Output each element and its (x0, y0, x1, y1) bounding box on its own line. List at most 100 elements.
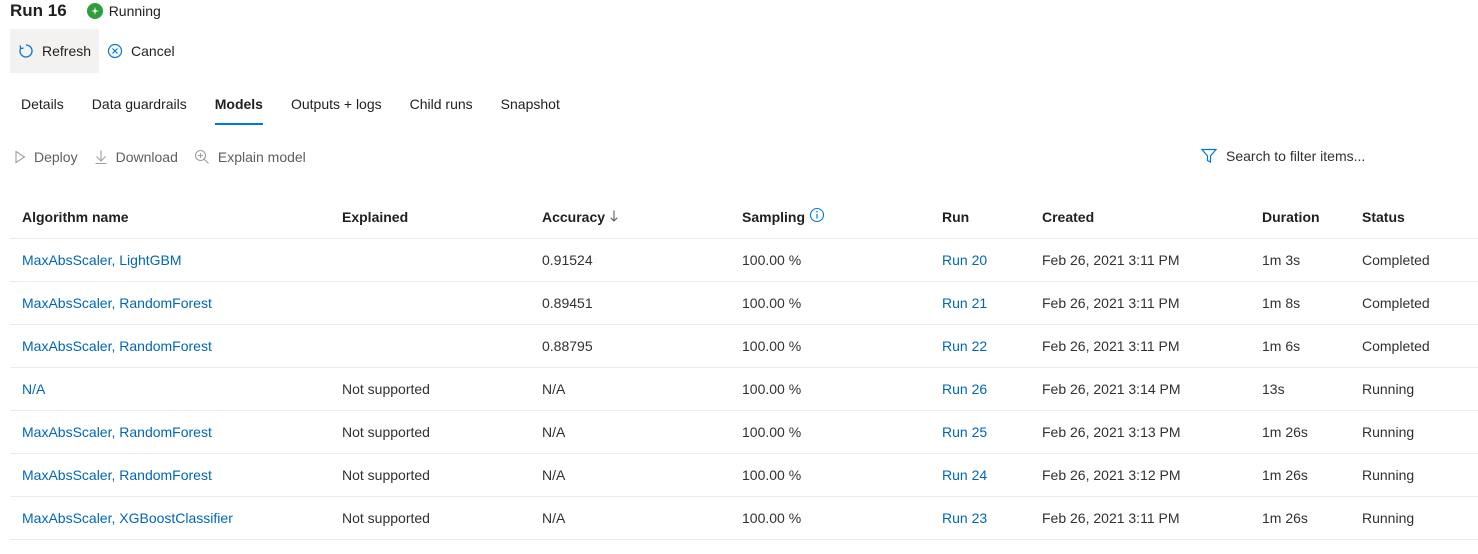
tab-snapshot[interactable]: Snapshot (490, 88, 571, 128)
refresh-button[interactable]: Refresh (10, 29, 100, 73)
accuracy-cell: 0.91524 (542, 252, 593, 268)
column-header-status[interactable]: Status (1362, 196, 1405, 238)
status-text: Running (108, 3, 161, 19)
accuracy-cell: 0.89451 (542, 295, 593, 311)
accuracy-cell: N/A (542, 467, 566, 483)
tab-data-guardrails[interactable]: Data guardrails (81, 88, 198, 128)
sort-descending-icon (609, 197, 619, 239)
sampling-cell: 100.00 % (742, 424, 802, 440)
search-filter[interactable]: Search to filter items... (1200, 144, 1365, 168)
column-header-sampling-label: Sampling (742, 209, 806, 225)
explained-cell: Not supported (342, 381, 430, 397)
download-icon (94, 149, 108, 165)
algorithm-link[interactable]: MaxAbsScaler, RandomForest (22, 411, 212, 453)
duration-cell: 1m 3s (1262, 252, 1301, 268)
run-link[interactable]: Run 23 (942, 497, 987, 539)
run-link[interactable]: Run 21 (942, 282, 987, 324)
algorithm-link[interactable]: MaxAbsScaler, RandomForest (22, 325, 212, 367)
column-header-sampling[interactable]: Sampling (742, 196, 825, 238)
run-link[interactable]: Run 25 (942, 411, 987, 453)
duration-cell: 1m 26s (1262, 467, 1308, 483)
tab-bar: Details Data guardrails Models Outputs +… (10, 88, 577, 128)
status-cell: Running (1362, 381, 1415, 397)
deploy-label: Deploy (34, 149, 78, 165)
table-row[interactable]: MaxAbsScaler, RandomForest Not supported… (10, 411, 1478, 454)
table-row[interactable]: MaxAbsScaler, RandomForest 0.89451 100.0… (10, 282, 1478, 325)
zoom-search-icon (194, 149, 210, 165)
play-icon (14, 150, 26, 164)
command-bar: Refresh Cancel (10, 29, 183, 73)
column-header-algorithm[interactable]: Algorithm name (22, 196, 129, 238)
created-cell: Feb 26, 2021 3:11 PM (1042, 510, 1180, 526)
explained-cell: Not supported (342, 424, 430, 440)
algorithm-link[interactable]: MaxAbsScaler, RandomForest (22, 454, 212, 496)
accuracy-cell: 0.88795 (542, 338, 593, 354)
table-row[interactable]: MaxAbsScaler, RandomForest Not supported… (10, 454, 1478, 497)
accuracy-cell: N/A (542, 424, 566, 440)
explained-cell: Not supported (342, 467, 430, 483)
column-header-created[interactable]: Created (1042, 196, 1094, 238)
explained-cell: Not supported (342, 510, 430, 526)
info-icon[interactable] (809, 197, 825, 239)
accuracy-cell: N/A (542, 381, 566, 397)
table-row[interactable]: MaxAbsScaler, LightGBM 0.91524 100.00 % … (10, 239, 1478, 282)
table-row[interactable]: MaxAbsScaler, RandomForest 0.88795 100.0… (10, 325, 1478, 368)
created-cell: Feb 26, 2021 3:11 PM (1042, 252, 1180, 268)
run-link[interactable]: Run 24 (942, 454, 987, 496)
status-cell: Completed (1362, 295, 1430, 311)
sampling-cell: 100.00 % (742, 381, 802, 397)
running-status-icon (86, 3, 103, 19)
sampling-cell: 100.00 % (742, 510, 802, 526)
created-cell: Feb 26, 2021 3:11 PM (1042, 338, 1180, 354)
run-link[interactable]: Run 20 (942, 239, 987, 281)
column-header-duration[interactable]: Duration (1262, 196, 1320, 238)
run-link[interactable]: Run 26 (942, 368, 987, 410)
status-cell: Completed (1362, 338, 1430, 354)
run-link[interactable]: Run 22 (942, 325, 987, 367)
duration-cell: 1m 26s (1262, 510, 1308, 526)
refresh-label: Refresh (42, 43, 92, 59)
column-header-accuracy-label: Accuracy (542, 209, 606, 225)
duration-cell: 1m 8s (1262, 295, 1301, 311)
duration-cell: 1m 26s (1262, 424, 1308, 440)
run-header: Run 16 Running (10, 0, 161, 22)
duration-cell: 1m 6s (1262, 338, 1301, 354)
table-header-row: Algorithm name Explained Accuracy Sampli… (10, 196, 1478, 239)
status-cell: Running (1362, 424, 1415, 440)
created-cell: Feb 26, 2021 3:12 PM (1042, 467, 1181, 483)
tab-details[interactable]: Details (10, 88, 75, 128)
cancel-button[interactable]: Cancel (99, 29, 183, 73)
deploy-button[interactable]: Deploy (14, 149, 78, 165)
search-input[interactable]: Search to filter items... (1226, 148, 1365, 164)
table-row[interactable]: MaxAbsScaler, XGBoostClassifier Not supp… (10, 497, 1478, 540)
created-cell: Feb 26, 2021 3:11 PM (1042, 295, 1180, 311)
algorithm-link[interactable]: MaxAbsScaler, XGBoostClassifier (22, 497, 233, 539)
status-cell: Running (1362, 510, 1415, 526)
algorithm-link[interactable]: MaxAbsScaler, RandomForest (22, 282, 212, 324)
algorithm-link[interactable]: N/A (22, 368, 45, 410)
model-actions-toolbar: Deploy Download Explain model (14, 144, 322, 170)
cancel-label: Cancel (131, 43, 175, 59)
algorithm-link[interactable]: MaxAbsScaler, LightGBM (22, 239, 182, 281)
column-header-accuracy[interactable]: Accuracy (542, 196, 619, 238)
table-row[interactable]: N/A Not supported N/A 100.00 % Run 26 Fe… (10, 368, 1478, 411)
explain-model-button[interactable]: Explain model (194, 149, 306, 165)
created-cell: Feb 26, 2021 3:14 PM (1042, 381, 1181, 397)
duration-cell: 13s (1262, 381, 1285, 397)
filter-icon (1200, 147, 1218, 165)
sampling-cell: 100.00 % (742, 295, 802, 311)
tab-child-runs[interactable]: Child runs (399, 88, 484, 128)
refresh-icon (18, 43, 34, 59)
sampling-cell: 100.00 % (742, 252, 802, 268)
status-cell: Completed (1362, 252, 1430, 268)
column-header-explained[interactable]: Explained (342, 196, 408, 238)
tab-outputs-logs[interactable]: Outputs + logs (280, 88, 393, 128)
cancel-icon (107, 43, 123, 59)
download-button[interactable]: Download (94, 149, 178, 165)
models-table: Algorithm name Explained Accuracy Sampli… (10, 196, 1478, 540)
column-header-run[interactable]: Run (942, 196, 969, 238)
explain-model-label: Explain model (217, 149, 306, 165)
status-badge: Running (86, 3, 161, 19)
download-label: Download (115, 149, 178, 165)
tab-models[interactable]: Models (204, 88, 274, 128)
